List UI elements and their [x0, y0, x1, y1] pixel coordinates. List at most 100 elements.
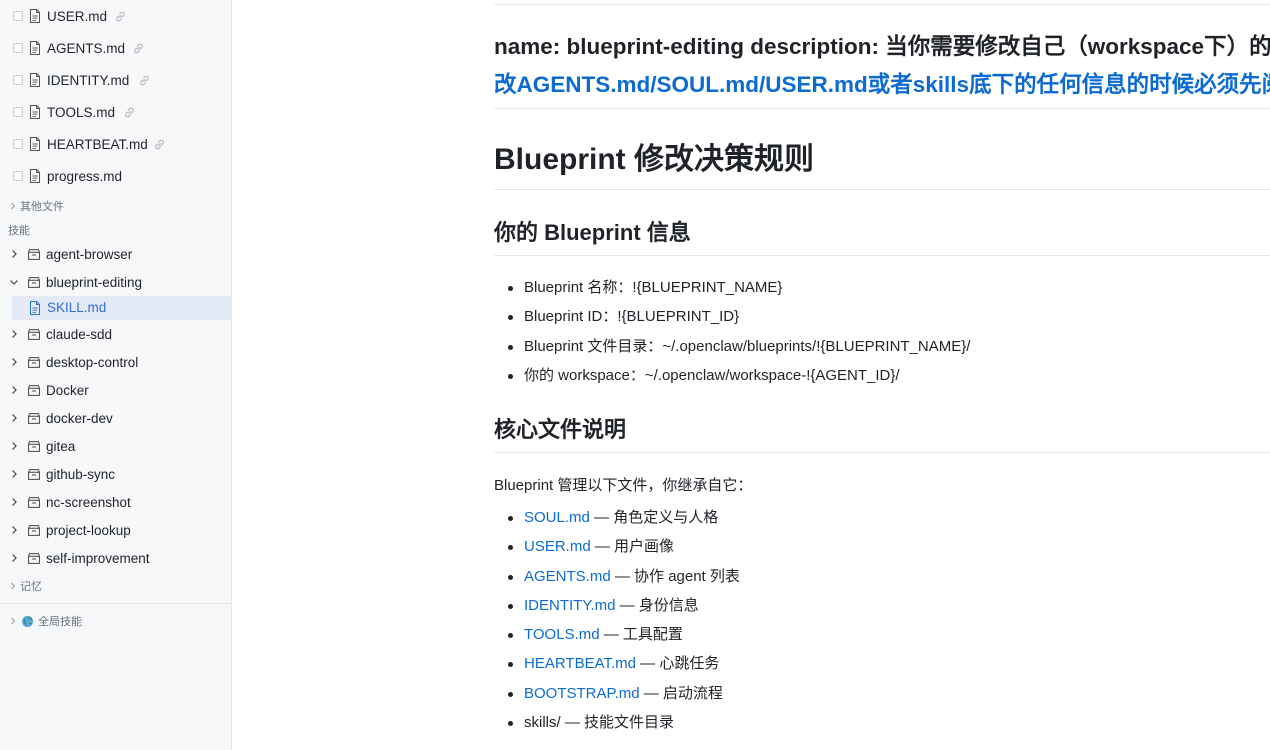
- skill-folder-nc-screenshot[interactable]: nc-screenshot: [0, 489, 231, 515]
- skill-folder-self-improvement[interactable]: self-improvement: [0, 545, 231, 571]
- section-other-files[interactable]: 其他文件: [0, 195, 231, 217]
- chevron-right-icon: [12, 250, 17, 258]
- file-label: progress.md: [47, 168, 123, 184]
- section-label: 其他文件: [20, 201, 64, 213]
- section-heading-blueprint-info: 你的 Blueprint 信息: [494, 220, 691, 245]
- chevron-right-icon: [12, 526, 17, 534]
- file-description: — 协作 agent 列表: [610, 567, 740, 585]
- file-sidebar: USER.md AGENTS.md IDENTITY.md TOOLS.md H…: [0, 0, 232, 750]
- title-rule: [494, 189, 1270, 190]
- skill-folder-docker[interactable]: Docker: [0, 377, 231, 403]
- document-icon: [30, 137, 40, 151]
- skill-folder-project-lookup[interactable]: project-lookup: [0, 517, 231, 543]
- skill-folder-desktop-control[interactable]: desktop-control: [0, 349, 231, 375]
- file-description: — 用户画像: [590, 538, 675, 556]
- file-link-heartbeat[interactable]: HEARTBEAT.md: [524, 655, 636, 672]
- document-icon: [30, 301, 40, 315]
- file-link-identity[interactable]: IDENTITY.md: [524, 597, 615, 614]
- document-viewer: name: blueprint-editing description: 当你需…: [232, 0, 1270, 750]
- file-link-agents[interactable]: AGENTS.md: [524, 568, 611, 585]
- list-item: TOOLS.md — 工具配置: [494, 620, 740, 649]
- file-checkbox[interactable]: [13, 11, 23, 21]
- file-item-progress[interactable]: progress.md: [0, 160, 231, 192]
- skill-label: gitea: [46, 438, 76, 454]
- document-icon: [30, 9, 40, 23]
- package-icon: [28, 248, 40, 260]
- file-description: — 身份信息: [615, 596, 699, 614]
- globe-icon: [21, 615, 34, 627]
- package-icon: [28, 328, 40, 340]
- frontmatter-bottom-rule: [494, 108, 1270, 109]
- list-item: IDENTITY.md — 身份信息: [494, 591, 740, 620]
- file-description: — 工具配置: [599, 626, 683, 644]
- chevron-right-icon: [12, 414, 17, 422]
- skill-label: docker-dev: [46, 410, 113, 426]
- frontmatter-top-rule: [494, 4, 1270, 5]
- file-checkbox[interactable]: [13, 43, 23, 53]
- category-skills: 技能: [0, 219, 231, 241]
- chevron-right-icon: [12, 330, 17, 338]
- skill-label: nc-screenshot: [46, 494, 131, 510]
- chevron-right-icon: [12, 498, 17, 506]
- file-label: TOOLS.md: [47, 104, 116, 120]
- file-link-user[interactable]: USER.md: [524, 538, 591, 555]
- skill-folder-claude-sdd[interactable]: claude-sdd: [0, 321, 231, 347]
- skill-label: project-lookup: [46, 522, 131, 538]
- link-icon[interactable]: [138, 74, 151, 87]
- list-item: HEARTBEAT.md — 心跳任务: [494, 649, 740, 678]
- section-rule: [494, 255, 1270, 256]
- file-item-heartbeat[interactable]: HEARTBEAT.md: [0, 128, 231, 160]
- chevron-right-icon: [12, 386, 17, 394]
- section-label: 全局技能: [38, 616, 82, 628]
- file-label: HEARTBEAT.md: [47, 136, 148, 152]
- package-icon: [28, 468, 40, 480]
- skill-folder-gitea[interactable]: gitea: [0, 433, 231, 459]
- chevron-down-icon: [10, 280, 18, 285]
- skill-label: self-improvement: [46, 550, 150, 566]
- file-link-soul[interactable]: SOUL.md: [524, 509, 590, 526]
- file-item-agents[interactable]: AGENTS.md: [0, 32, 231, 64]
- core-files-intro: Blueprint 管理以下文件，你继承自它：: [494, 477, 753, 494]
- file-checkbox[interactable]: [13, 107, 23, 117]
- category-label: 技能: [8, 225, 30, 237]
- section-label: 记忆: [20, 581, 42, 593]
- skill-folder-agent-browser[interactable]: agent-browser: [0, 241, 231, 267]
- link-icon[interactable]: [153, 138, 166, 151]
- skill-folder-blueprint-editing[interactable]: blueprint-editing: [0, 269, 231, 295]
- document-icon: [30, 105, 40, 119]
- page-title: Blueprint 修改决策规则: [494, 143, 814, 176]
- sidebar-divider: [0, 603, 231, 604]
- file-item-skill-md-active[interactable]: SKILL.md: [12, 296, 231, 320]
- link-icon[interactable]: [114, 10, 127, 23]
- list-item: AGENTS.md — 协作 agent 列表: [494, 562, 740, 591]
- file-item-tools[interactable]: TOOLS.md: [0, 96, 231, 128]
- skill-label: agent-browser: [46, 246, 133, 262]
- package-icon: [28, 524, 40, 536]
- file-link-bootstrap[interactable]: BOOTSTRAP.md: [524, 685, 640, 702]
- file-label: AGENTS.md: [47, 40, 126, 56]
- frontmatter-text: name: blueprint-editing description: 当你需…: [494, 34, 1270, 59]
- list-item: Blueprint ID：!{BLUEPRINT_ID}: [494, 302, 970, 331]
- file-item-identity[interactable]: IDENTITY.md: [0, 64, 231, 96]
- link-icon[interactable]: [132, 42, 145, 55]
- file-description: — 启动流程: [639, 684, 723, 702]
- package-icon: [28, 384, 40, 396]
- link-icon[interactable]: [123, 106, 136, 119]
- file-checkbox[interactable]: [13, 171, 23, 181]
- list-item: BOOTSTRAP.md — 启动流程: [494, 679, 740, 708]
- list-item: Blueprint 名称：!{BLUEPRINT_NAME}: [494, 273, 970, 302]
- file-item-user[interactable]: USER.md: [0, 0, 231, 32]
- section-rule: [494, 452, 1270, 453]
- chevron-right-icon: [11, 617, 16, 625]
- skill-folder-docker-dev[interactable]: docker-dev: [0, 405, 231, 431]
- file-checkbox[interactable]: [13, 139, 23, 149]
- file-description: skills/ — 技能文件目录: [524, 714, 675, 732]
- section-global-skills[interactable]: 全局技能: [0, 610, 231, 632]
- chevron-right-icon: [12, 358, 17, 366]
- skill-label: desktop-control: [46, 354, 139, 370]
- skill-folder-github-sync[interactable]: github-sync: [0, 461, 231, 487]
- file-link-tools[interactable]: TOOLS.md: [524, 626, 600, 643]
- list-item: USER.md — 用户画像: [494, 532, 740, 561]
- section-memory[interactable]: 记忆: [0, 575, 231, 597]
- file-checkbox[interactable]: [13, 75, 23, 85]
